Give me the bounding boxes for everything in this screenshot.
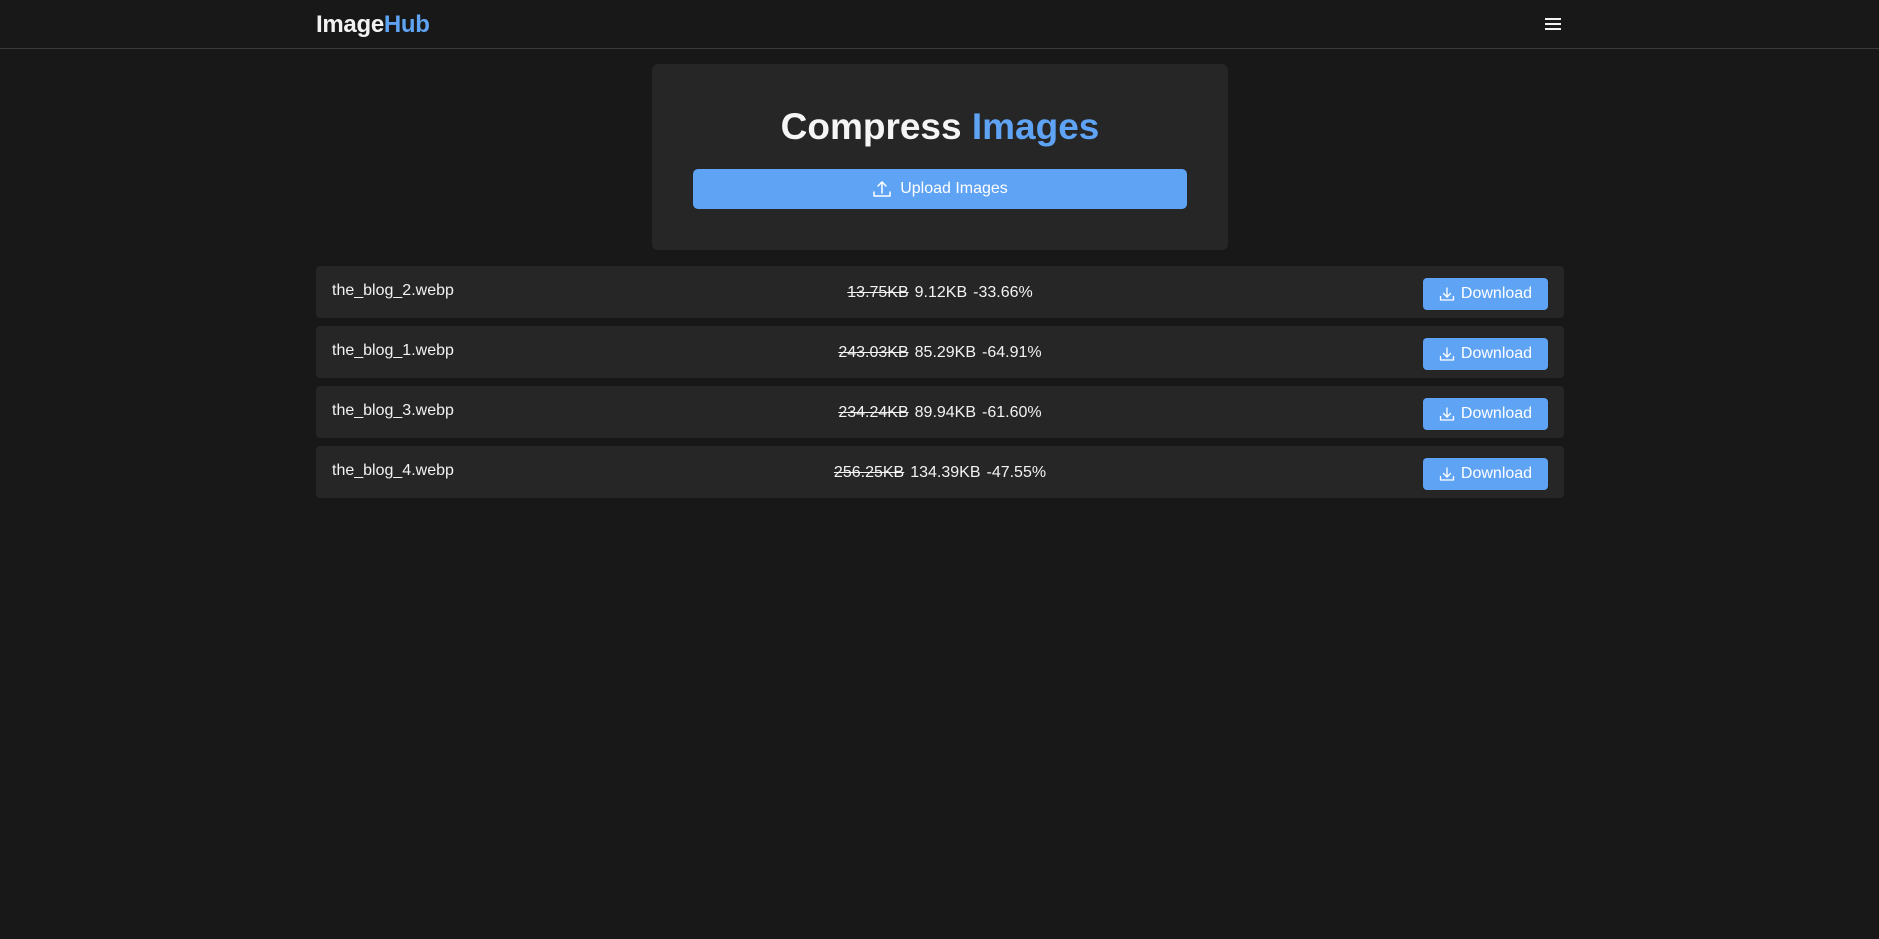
original-size: 256.25KB (833, 464, 905, 481)
hamburger-menu-icon (1545, 17, 1561, 30)
title-main: Compress (780, 106, 962, 147)
download-button[interactable]: Download (1423, 278, 1548, 310)
file-sizes: 243.03KB 85.29KB -64.91% (316, 344, 1564, 362)
file-name: the_blog_2.webp (332, 282, 454, 299)
file-row: the_blog_1.webp 243.03KB 85.29KB -64.91% D… (316, 326, 1564, 378)
compressed-size: 9.12KB (914, 284, 968, 301)
download-button[interactable]: Download (1423, 398, 1548, 430)
download-button[interactable]: Download (1423, 458, 1548, 490)
navbar: ImageHub (0, 0, 1879, 49)
file-name: the_blog_4.webp (332, 462, 454, 479)
download-label: Download (1460, 405, 1533, 422)
download-icon (1439, 407, 1455, 421)
compress-card: Compress Images Upload Images (652, 64, 1228, 250)
original-size: 243.03KB (838, 344, 909, 361)
file-list: the_blog_2.webp 13.75KB 9.12KB -33.66% Dow… (316, 266, 1564, 506)
logo[interactable]: ImageHub (316, 11, 430, 39)
page-title: Compress Images (652, 106, 1228, 148)
logo-accent: Hub (383, 11, 430, 38)
compressed-size: 85.29KB (914, 344, 977, 361)
title-accent: Images (971, 106, 1100, 147)
upload-images-button[interactable]: Upload Images (693, 169, 1187, 209)
file-row: the_blog_4.webp 256.25KB 134.39KB -47.55% … (316, 446, 1564, 498)
file-sizes: 256.25KB 134.39KB -47.55% (316, 464, 1564, 482)
download-label: Download (1460, 285, 1533, 302)
file-sizes: 13.75KB 9.12KB -33.66% (316, 284, 1564, 302)
file-name: the_blog_3.webp (332, 402, 454, 419)
compressed-size: 89.94KB (914, 404, 977, 421)
download-icon (1439, 347, 1455, 361)
download-icon (1439, 467, 1455, 481)
reduction-percent: -61.60% (982, 404, 1042, 421)
original-size: 234.24KB (838, 404, 909, 421)
upload-icon (873, 181, 891, 197)
menu-button[interactable] (1542, 14, 1564, 34)
file-row: the_blog_3.webp 234.24KB 89.94KB -61.60% D… (316, 386, 1564, 438)
original-size: 13.75KB (847, 284, 909, 301)
download-button[interactable]: Download (1423, 338, 1548, 370)
download-label: Download (1460, 465, 1533, 482)
reduction-percent: -64.91% (982, 344, 1042, 361)
compressed-size: 134.39KB (910, 464, 981, 481)
logo-main: Image (316, 11, 384, 38)
upload-label: Upload Images (900, 180, 1008, 197)
reduction-percent: -33.66% (973, 284, 1033, 301)
file-sizes: 234.24KB 89.94KB -61.60% (316, 404, 1564, 422)
file-row: the_blog_2.webp 13.75KB 9.12KB -33.66% Dow… (316, 266, 1564, 318)
reduction-percent: -47.55% (986, 464, 1047, 481)
download-icon (1439, 287, 1455, 301)
download-label: Download (1460, 345, 1533, 362)
file-name: the_blog_1.webp (332, 342, 454, 359)
